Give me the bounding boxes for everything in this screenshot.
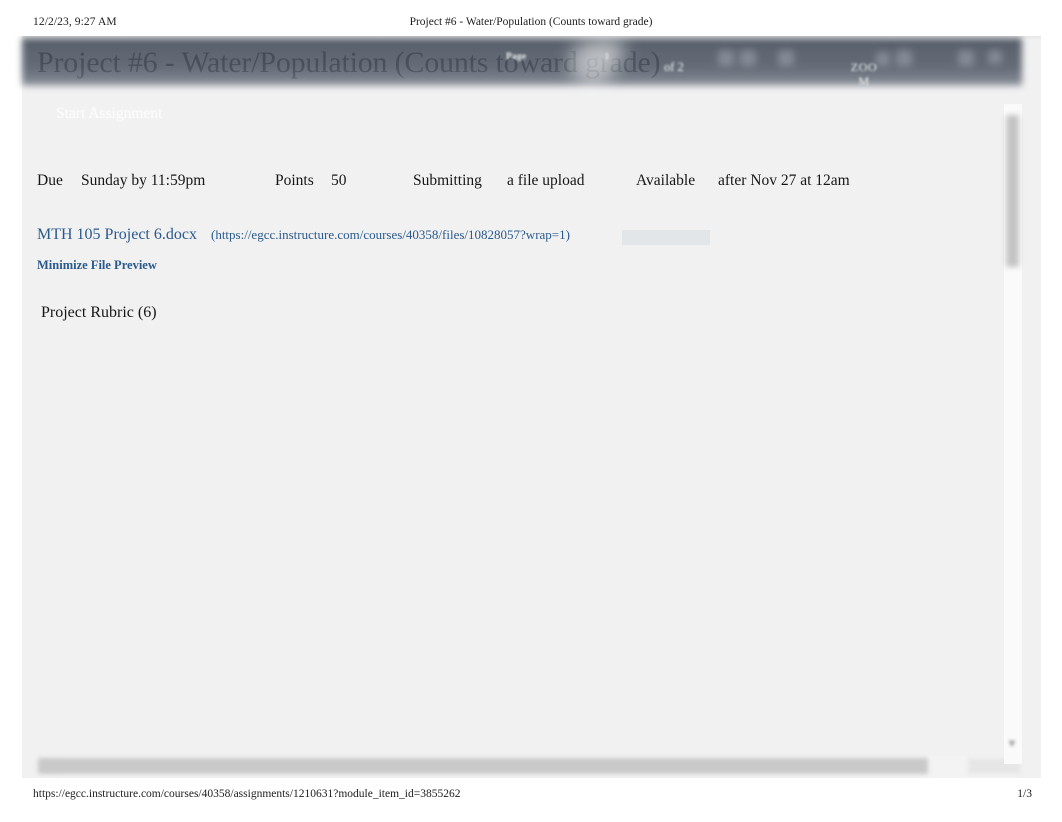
fit-page-icon[interactable] <box>778 50 794 66</box>
due-label: Due <box>37 172 63 189</box>
submitting-label: Submitting <box>413 172 482 189</box>
pdf-viewer-toolbar <box>22 38 1022 86</box>
points-value: 50 <box>331 172 347 189</box>
file-preview-body <box>22 334 1041 744</box>
zoom-out-icon[interactable] <box>876 52 890 66</box>
download-icon[interactable] <box>958 50 974 66</box>
attached-file-link[interactable]: MTH 105 Project 6.docx <box>37 226 197 243</box>
start-assignment-button[interactable]: Start Assignment <box>56 105 162 123</box>
rotate-left-icon[interactable] <box>718 50 734 66</box>
print-icon[interactable] <box>988 50 1002 64</box>
points-label: Points <box>275 172 314 189</box>
available-value: after Nov 27 at 12am <box>718 172 850 189</box>
available-label: Available <box>636 172 696 189</box>
attached-file-row: MTH 105 Project 6.docx (https://egcc.inst… <box>37 226 710 250</box>
print-footer: https://egcc.instructure.com/courses/403… <box>0 778 1062 822</box>
vertical-scrollbar-thumb[interactable] <box>1006 115 1019 267</box>
print-footer-url: https://egcc.instructure.com/courses/403… <box>33 788 461 800</box>
submitting-value: a file upload <box>507 172 585 189</box>
scroll-down-arrow-icon[interactable]: ▼ <box>1005 737 1019 751</box>
zoom-in-icon[interactable] <box>896 50 912 66</box>
due-value: Sunday by 11:59pm <box>81 172 206 189</box>
rotate-right-icon[interactable] <box>740 50 756 66</box>
horizontal-scrollbar-thumb[interactable] <box>38 758 928 774</box>
minimize-file-preview-link[interactable]: Minimize File Preview <box>37 258 157 273</box>
assignment-meta-row: Due Sunday by 11:59pm Points 50 Submitti… <box>37 172 1017 194</box>
rubric-title: Project Rubric (6) <box>41 304 157 321</box>
printed-page-sheet: Project #6 - Water/Population (Counts to… <box>22 34 1041 782</box>
print-header: 12/2/23, 9:27 AM Project #6 - Water/Popu… <box>0 0 1062 36</box>
attached-file-url: (https://egcc.instructure.com/courses/40… <box>210 227 570 242</box>
print-header-title: Project #6 - Water/Population (Counts to… <box>409 16 653 28</box>
print-footer-page-indicator: 1/3 <box>1017 788 1032 800</box>
